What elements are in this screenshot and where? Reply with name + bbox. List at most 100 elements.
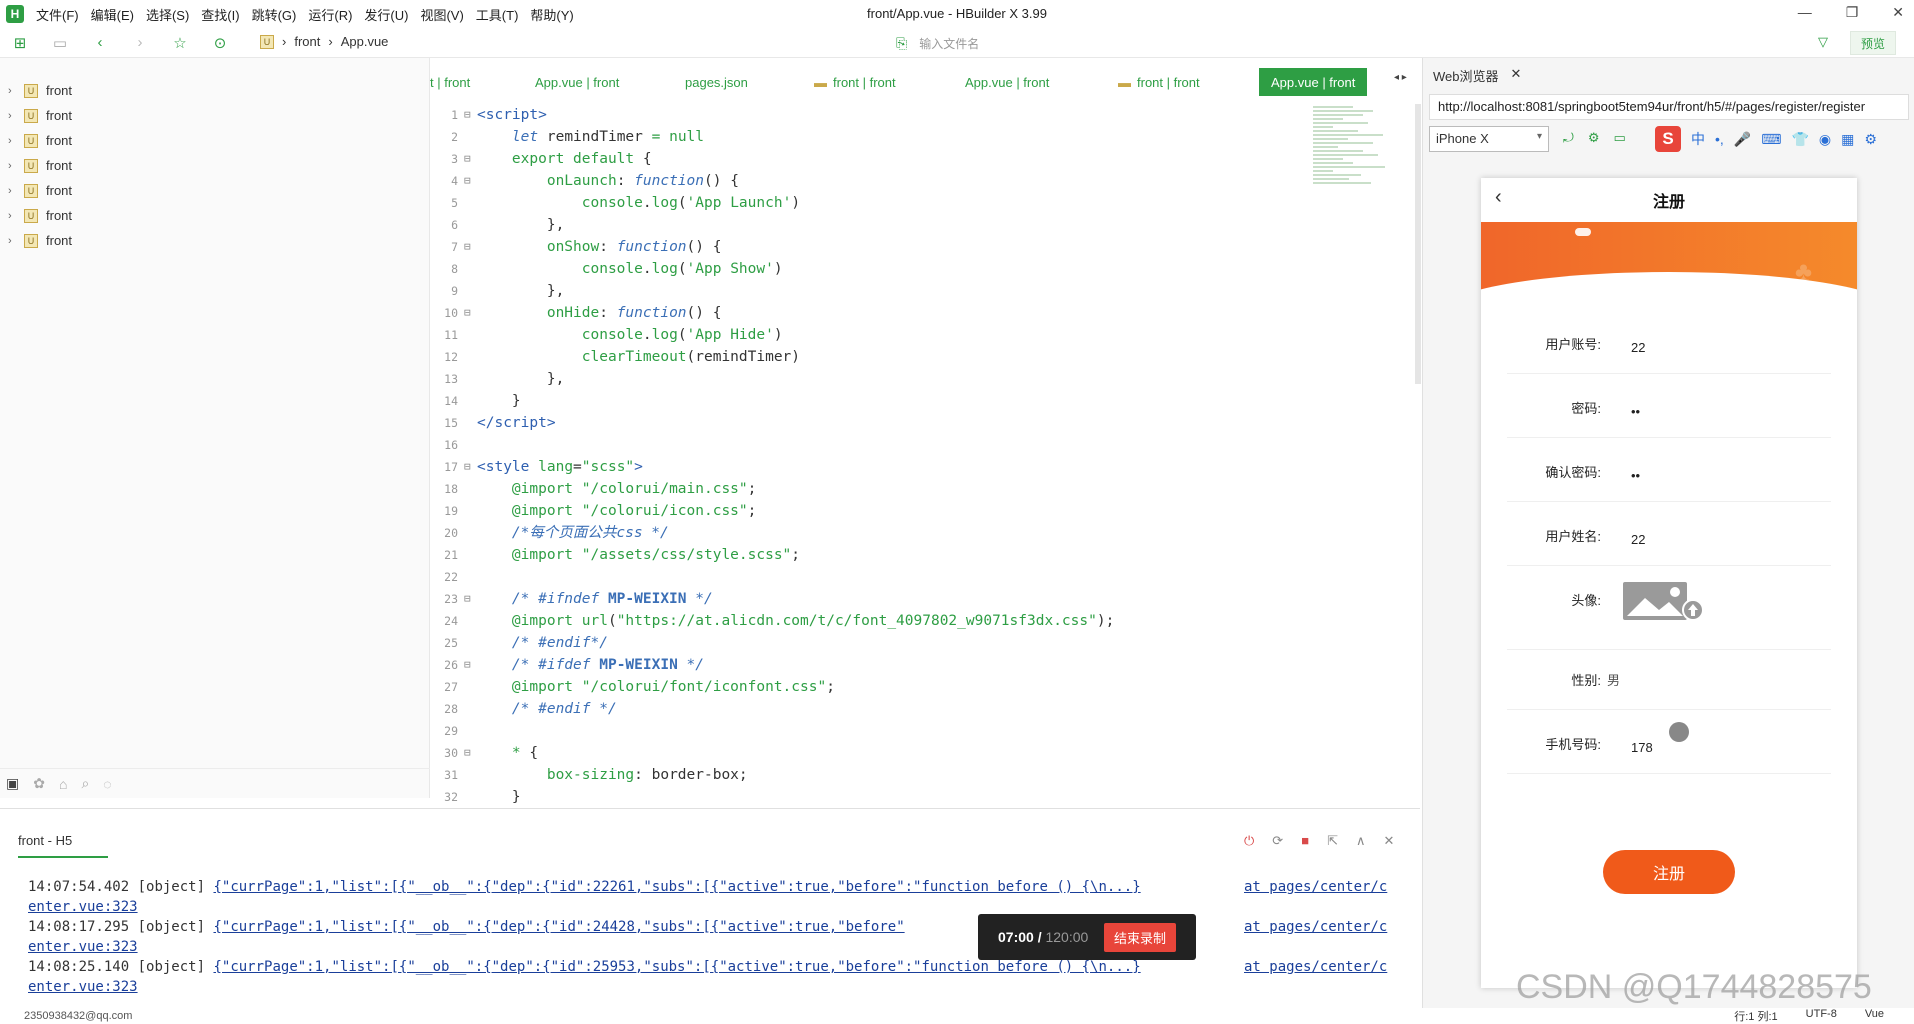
menu-find[interactable]: 查找(I) — [201, 5, 239, 24]
encoding[interactable]: UTF-8 — [1806, 1008, 1837, 1024]
code-line[interactable]: 28 /* #endif */ — [430, 698, 1310, 720]
code-line[interactable]: 9 }, — [430, 280, 1310, 302]
fold-icon[interactable]: ⊟ — [464, 654, 471, 676]
browser-tab[interactable]: Web浏览器 ✕ — [1433, 66, 1521, 85]
breadcrumb-file[interactable]: App.vue — [341, 34, 389, 49]
back-icon[interactable]: ‹ — [90, 33, 110, 53]
market-icon[interactable]: ⌂ — [59, 776, 67, 792]
forward-icon[interactable]: › — [130, 33, 150, 53]
code-line[interactable]: 20 /*每个页面公共css */ — [430, 522, 1310, 544]
back-arrow-icon[interactable]: ‹ — [1495, 186, 1502, 209]
code-line[interactable]: 11 console.log('App Hide') — [430, 324, 1310, 346]
close-console-icon[interactable]: ✕ — [1383, 833, 1394, 849]
editor-tab[interactable]: ▬ front | front — [1118, 68, 1200, 96]
code-line[interactable]: 7 ⊟ onShow: function() { — [430, 236, 1310, 258]
code-line[interactable]: 10 ⊟ onHide: function() { — [430, 302, 1310, 324]
filter-icon[interactable]: ▽ — [1818, 34, 1828, 50]
language-mode[interactable]: Vue — [1865, 1008, 1884, 1024]
code-line[interactable]: 8 console.log('App Show') — [430, 258, 1310, 280]
restart-icon[interactable]: ⟳ — [1272, 833, 1283, 849]
gender-picker[interactable]: 男 — [1607, 670, 1620, 689]
maximize-button[interactable]: ❐ — [1846, 4, 1859, 21]
code-line[interactable]: 13 }, — [430, 368, 1310, 390]
tree-item-front[interactable]: › Ufront — [0, 178, 429, 203]
ime-keyboard-icon[interactable]: ⌨ — [1761, 131, 1781, 148]
image-upload-icon[interactable] — [1621, 580, 1705, 624]
ime-voice-icon[interactable]: 🎤 — [1734, 131, 1751, 148]
tree-item-front[interactable]: › Ufront — [0, 103, 429, 128]
new-file-icon[interactable]: ⊞ — [10, 33, 30, 53]
menu-select[interactable]: 选择(S) — [146, 5, 189, 24]
plugin-icon[interactable]: ✿ — [33, 775, 45, 792]
tree-item-front[interactable]: › Ufront — [0, 128, 429, 153]
stop-recording-button[interactable]: 结束录制 — [1103, 922, 1176, 952]
rotate-icon[interactable]: ⤾ — [1563, 130, 1574, 146]
menu-run[interactable]: 运行(R) — [308, 5, 352, 24]
collapse-icon[interactable]: ∧ — [1356, 833, 1366, 849]
code-line[interactable]: 25 /* #endif*/ — [430, 632, 1310, 654]
clear-icon[interactable]: ■ — [1301, 833, 1309, 849]
tab-scroll-arrows-icon[interactable]: ◂ ▸ — [1394, 72, 1407, 83]
username-input[interactable]: 22 — [1631, 340, 1645, 355]
cursor-position[interactable]: 行:1 列:1 — [1734, 1008, 1777, 1024]
code-line[interactable]: 22 — [430, 566, 1310, 588]
close-window-button[interactable]: ✕ — [1892, 4, 1904, 21]
save-icon[interactable]: ▭ — [50, 33, 70, 53]
open-external-icon[interactable]: ⇱ — [1327, 833, 1338, 849]
settings-icon[interactable]: ⚙ — [1588, 130, 1600, 146]
ime-punctuation-icon[interactable]: •, — [1715, 131, 1724, 147]
stop-icon[interactable]: ⏻ — [1244, 833, 1254, 849]
device-select[interactable]: iPhone X — [1429, 126, 1549, 152]
editor-scrollbar[interactable] — [1415, 104, 1421, 384]
star-icon[interactable]: ☆ — [170, 33, 190, 53]
run-icon[interactable]: ⊙ — [210, 33, 230, 53]
menu-edit[interactable]: 编辑(E) — [91, 5, 134, 24]
menu-file[interactable]: 文件(F) — [36, 5, 79, 24]
ime-skin-icon[interactable]: 👕 — [1791, 131, 1808, 148]
code-line[interactable]: 3 ⊟ export default { — [430, 148, 1310, 170]
search-icon[interactable]: ⌕ — [81, 775, 89, 792]
tree-item-front[interactable]: › Ufront — [0, 78, 429, 103]
menu-help[interactable]: 帮助(Y) — [530, 5, 573, 24]
code-line[interactable]: 23 ⊟ /* #ifndef MP-WEIXIN */ — [430, 588, 1310, 610]
chevron-right-icon[interactable]: › — [8, 135, 24, 147]
register-button[interactable]: 注册 — [1603, 850, 1735, 894]
code-line[interactable]: 31 box-sizing: border-box; — [430, 764, 1310, 786]
menu-publish[interactable]: 发行(U) — [364, 5, 408, 24]
minimize-button[interactable]: — — [1798, 4, 1812, 21]
fold-icon[interactable]: ⊟ — [464, 104, 471, 126]
history-icon[interactable]: ◌ — [103, 776, 111, 792]
code-line[interactable]: 30 ⊟ * { — [430, 742, 1310, 764]
fold-icon[interactable]: ⊟ — [464, 148, 471, 170]
chevron-right-icon[interactable]: › — [8, 160, 24, 172]
editor-tab[interactable]: ▬ front | front — [814, 68, 896, 96]
tree-item-front[interactable]: › Ufront — [0, 153, 429, 178]
code-line[interactable]: 24 @import url("https://at.alicdn.com/t/… — [430, 610, 1310, 632]
sogou-ime-logo[interactable]: S — [1655, 126, 1681, 152]
editor-tab[interactable]: App.vue | front — [965, 68, 1049, 96]
editor-tab[interactable]: App.vue | front — [535, 68, 619, 96]
breadcrumb-project[interactable]: front — [294, 34, 320, 49]
code-editor[interactable]: 1 ⊟ <script> 2 let remindTimer = null 3 ⊟ exp… — [430, 104, 1310, 804]
code-line[interactable]: 5 console.log('App Launch') — [430, 192, 1310, 214]
fold-icon[interactable]: ⊟ — [464, 302, 471, 324]
file-search-input[interactable]: ⎘ 输入文件名 — [896, 31, 1826, 55]
preview-button[interactable]: 预览 — [1850, 31, 1896, 55]
fold-icon[interactable]: ⊟ — [464, 456, 471, 478]
ime-chinese-icon[interactable]: 中 — [1691, 129, 1705, 149]
code-line[interactable]: 27 @import "/colorui/font/iconfont.css"; — [430, 676, 1310, 698]
chevron-right-icon[interactable]: › — [8, 210, 24, 222]
code-line[interactable]: 32 } — [430, 786, 1310, 804]
code-line[interactable]: 19 @import "/colorui/icon.css"; — [430, 500, 1310, 522]
devtools-icon[interactable]: ▭ — [1614, 130, 1626, 146]
close-icon[interactable]: ✕ — [1511, 66, 1522, 85]
ime-assistant-icon[interactable]: ◉ — [1819, 131, 1831, 148]
chevron-right-icon[interactable]: › — [8, 110, 24, 122]
password-input[interactable]: •• — [1631, 404, 1640, 419]
code-line[interactable]: 14 } — [430, 390, 1310, 412]
confirm-password-input[interactable]: •• — [1631, 468, 1640, 483]
code-line[interactable]: 15 </script> — [430, 412, 1310, 434]
editor-tab[interactable]: t | front — [430, 68, 470, 96]
account-label[interactable]: 2350938432@qq.com — [24, 1010, 132, 1022]
code-line[interactable]: 4 ⊟ onLaunch: function() { — [430, 170, 1310, 192]
